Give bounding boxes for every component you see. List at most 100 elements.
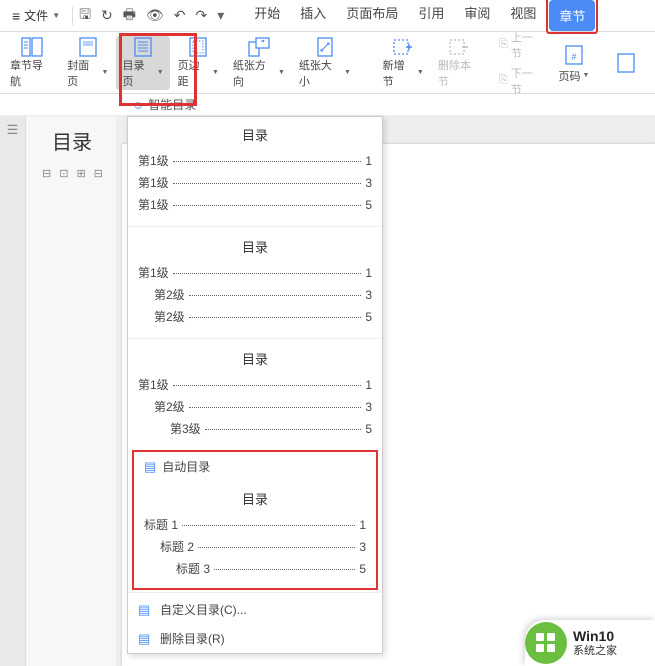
- tab-review[interactable]: 审阅: [454, 0, 500, 34]
- toc-line: 第2级3: [138, 398, 372, 415]
- save-icon[interactable]: 🖫: [79, 4, 91, 28]
- collapse-icon[interactable]: ⊟: [42, 167, 51, 180]
- toc-page-num: 5: [359, 562, 366, 576]
- highlight-box-tab: 章节: [546, 0, 598, 34]
- custom-toc-icon: ▤: [138, 602, 152, 618]
- delete-toc-menu-item[interactable]: ▤ 删除目录(R): [128, 624, 382, 653]
- preview-icon[interactable]: 👁: [146, 7, 164, 24]
- toc-dots: [189, 407, 362, 408]
- margin-icon: [189, 37, 207, 57]
- toc-sample[interactable]: 目录第1级1第2级3第2级5: [128, 229, 382, 336]
- toc-entry-label: 标题 2: [160, 538, 194, 555]
- paper-size-button[interactable]: 纸张大小▼: [293, 36, 357, 90]
- auto-toc-sample[interactable]: 目录 标题 11标题 23标题 35: [134, 481, 376, 588]
- cover-page-button[interactable]: 封面页▼: [61, 36, 114, 90]
- file-menu[interactable]: ≡ 文件 ▼: [6, 5, 66, 26]
- auto-toc-icon: ▤: [144, 459, 156, 475]
- toc-page-num: 1: [365, 266, 372, 280]
- toc-entry-label: 第3级: [170, 420, 201, 437]
- undo-icon[interactable]: ↶: [174, 7, 186, 24]
- tab-insert[interactable]: 插入: [290, 0, 336, 34]
- ribbon-label: 页码: [559, 68, 581, 84]
- toc-page-num: 3: [365, 400, 372, 414]
- smart-toc-row[interactable]: ☺ 智能目录: [0, 94, 655, 116]
- nav-icon: [21, 37, 43, 57]
- mini-label: 下一节: [511, 65, 543, 97]
- toc-entry-label: 第2级: [154, 286, 185, 303]
- page-icon: [617, 50, 635, 76]
- ribbon-label: 纸张大小: [299, 57, 342, 89]
- toc-dots: [214, 569, 355, 570]
- page-number-button[interactable]: # 页码▼: [549, 36, 599, 90]
- toc-icon: [134, 37, 152, 57]
- toc-line: 标题 2 3: [144, 538, 366, 555]
- watermark-badge: Win10 系统之家: [525, 620, 655, 666]
- list-icon[interactable]: ☰: [7, 122, 19, 138]
- toc-dots: [173, 183, 362, 184]
- toc-entry-label: 第1级: [138, 376, 169, 393]
- newsec-icon: [393, 37, 413, 57]
- redo-icon[interactable]: ↷: [196, 7, 208, 24]
- toc-sample[interactable]: 目录第1级1第2级3第3级5: [128, 341, 382, 448]
- chevron-down-icon: ▼: [102, 69, 109, 76]
- toc-line: 标题 3 5: [144, 560, 366, 577]
- section-nav-group: ⎘ 上一节 ⎘ 下一节: [495, 28, 547, 98]
- toc-line: 第1级3: [138, 174, 372, 191]
- quick-access-toolbar: 🖫 ↻ 🖶 👁 ↶ ↷ ▾: [79, 4, 224, 28]
- tab-section[interactable]: 章节: [549, 0, 595, 31]
- toc-dots: [205, 429, 362, 430]
- toc-page-num: 1: [365, 154, 372, 168]
- auto-toc-label: 自动目录: [162, 458, 210, 475]
- outline-pane: 目录 ⊟ ⊡ ⊞ ⊟: [26, 116, 116, 666]
- qat-more-icon[interactable]: ▾: [217, 7, 224, 24]
- add-icon[interactable]: ⊞: [76, 167, 85, 180]
- chevron-down-icon: ▼: [212, 69, 219, 76]
- toc-page-button[interactable]: 目录页▼: [116, 36, 169, 90]
- mini-label: 上一节: [511, 29, 543, 61]
- cover-icon: [79, 37, 97, 57]
- toc-line: 第1级 1: [138, 264, 372, 281]
- toc-sample[interactable]: 目录第1级1第1级3第1级5: [128, 117, 382, 224]
- toc-dropdown: 目录第1级1第1级3第1级5目录第1级1第2级3第2级5目录第1级1第2级3第3…: [127, 116, 383, 654]
- more-button[interactable]: [601, 36, 651, 90]
- sync-icon[interactable]: ↻: [101, 7, 113, 24]
- prev-section-button: ⎘ 上一节: [495, 28, 547, 62]
- ribbon-label: 目录页: [122, 57, 154, 89]
- margins-button[interactable]: 页边距▼: [172, 36, 225, 90]
- section-nav-button[interactable]: 章节导航: [4, 36, 59, 90]
- tab-page-layout[interactable]: 页面布局: [336, 0, 408, 34]
- badge-text: Win10 系统之家: [573, 628, 617, 658]
- toc-page-num: 1: [365, 378, 372, 392]
- delsec-icon: [449, 37, 469, 57]
- badge-logo: [525, 622, 567, 664]
- outline-tools: ⊟ ⊡ ⊞ ⊟: [42, 167, 108, 180]
- toc-page-num: 3: [359, 540, 366, 554]
- toc-dots: [173, 161, 362, 162]
- toc-entry-label: 第1级: [138, 264, 169, 281]
- ribbon-label: 新增节: [383, 57, 415, 89]
- hamburger-icon: ≡: [12, 8, 20, 24]
- toc-dots: [189, 295, 362, 296]
- toc-line: 第1级 1: [138, 152, 372, 169]
- chevron-down-icon: ▼: [583, 72, 590, 79]
- custom-toc-menu-item[interactable]: ▤ 自定义目录(C)...: [128, 595, 382, 624]
- divider: [72, 7, 73, 25]
- toc-line: 第3级5: [138, 420, 372, 437]
- remove-icon[interactable]: ⊟: [94, 167, 103, 180]
- new-section-button[interactable]: 新增节▼: [377, 36, 430, 90]
- orientation-button[interactable]: 纸张方向▼: [227, 36, 291, 90]
- auto-toc-header: ▤ 自动目录: [134, 452, 376, 481]
- toc-entry-label: 第1级: [138, 152, 169, 169]
- smart-toc-label: 智能目录: [148, 96, 196, 113]
- toc-sample-title: 目录: [138, 125, 372, 144]
- toc-entry-label: 第2级: [154, 308, 185, 325]
- print-icon[interactable]: 🖶: [123, 4, 136, 28]
- tab-start[interactable]: 开始: [244, 0, 290, 34]
- tab-references[interactable]: 引用: [408, 0, 454, 34]
- delete-toc-label: 删除目录(R): [160, 630, 225, 647]
- toc-entry-label: 标题 3: [176, 560, 210, 577]
- toc-dots: [173, 273, 362, 274]
- ribbon-label: 页边距: [178, 57, 210, 89]
- delete-section-button: 删除本节: [432, 36, 487, 90]
- expand-icon[interactable]: ⊡: [59, 167, 68, 180]
